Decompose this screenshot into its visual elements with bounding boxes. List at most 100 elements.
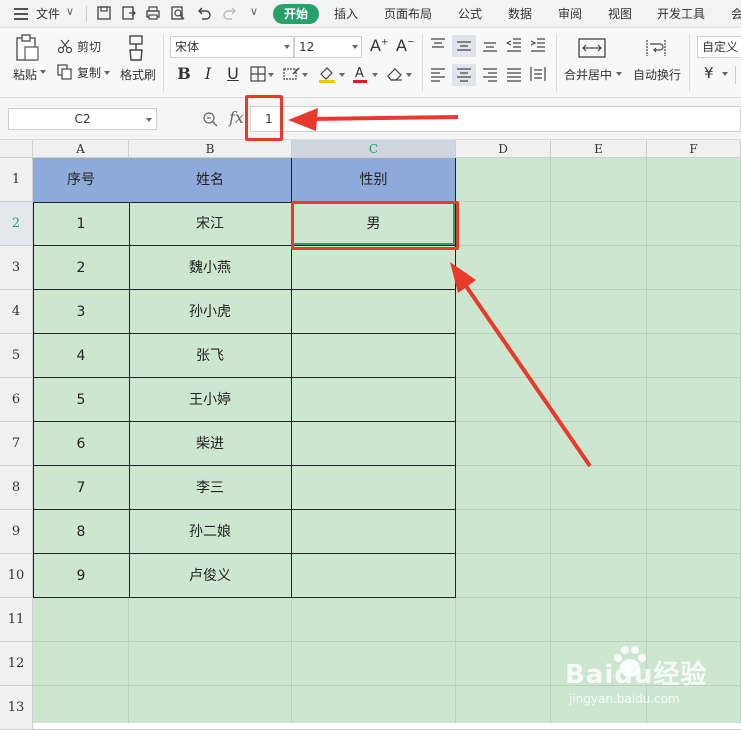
row-header-2[interactable]: 2 bbox=[0, 202, 33, 246]
export-icon[interactable] bbox=[121, 5, 137, 21]
tab-review[interactable]: 审阅 bbox=[558, 5, 582, 23]
row-header-11[interactable]: 11 bbox=[0, 598, 33, 642]
row-header-9[interactable]: 9 bbox=[0, 510, 33, 554]
table-cell[interactable]: 卢俊义 bbox=[129, 554, 292, 598]
file-menu[interactable]: 文件 bbox=[36, 5, 60, 23]
row-header-5[interactable]: 5 bbox=[0, 334, 33, 378]
table-cell[interactable]: 7 bbox=[33, 466, 130, 510]
select-all-corner[interactable] bbox=[0, 140, 33, 158]
align-bottom-icon[interactable] bbox=[482, 38, 498, 52]
decrease-font-icon[interactable]: A− bbox=[396, 36, 415, 55]
format-painter-button[interactable]: 格式刷 bbox=[120, 68, 156, 82]
row-header-8[interactable]: 8 bbox=[0, 466, 33, 510]
formula-input[interactable]: 1 bbox=[250, 106, 741, 132]
table-cell[interactable] bbox=[292, 510, 456, 554]
table-cell[interactable]: 李三 bbox=[129, 466, 292, 510]
table-cell[interactable] bbox=[292, 290, 456, 334]
row-header-12[interactable]: 12 bbox=[0, 642, 33, 686]
increase-font-icon[interactable]: A+ bbox=[370, 36, 389, 55]
table-cell[interactable]: 4 bbox=[33, 334, 130, 378]
chevron-down-icon[interactable] bbox=[40, 70, 46, 74]
scissors-icon[interactable] bbox=[57, 38, 73, 54]
name-box[interactable]: C2 bbox=[8, 108, 157, 130]
distributed-icon[interactable] bbox=[530, 66, 546, 82]
header-cell-b[interactable]: 姓名 bbox=[129, 158, 292, 203]
row-header-13[interactable]: 13 bbox=[0, 686, 33, 730]
borders-icon[interactable] bbox=[250, 66, 266, 82]
table-cell[interactable] bbox=[292, 422, 456, 466]
table-cell[interactable]: 张飞 bbox=[129, 334, 292, 378]
table-cell[interactable] bbox=[292, 554, 456, 598]
merge-center-button[interactable]: 合并居中 bbox=[564, 68, 612, 82]
column-header-a[interactable]: A bbox=[33, 140, 129, 158]
header-cell-a[interactable]: 序号 bbox=[33, 158, 130, 203]
chevron-down-icon[interactable] bbox=[372, 73, 378, 77]
print-preview-icon[interactable] bbox=[170, 5, 186, 21]
column-header-c[interactable]: C bbox=[292, 140, 456, 158]
justify-icon[interactable] bbox=[506, 68, 522, 82]
table-cell[interactable]: 魏小燕 bbox=[129, 246, 292, 290]
decrease-indent-icon[interactable] bbox=[506, 38, 522, 52]
increase-indent-icon[interactable] bbox=[530, 38, 546, 52]
align-left-icon[interactable] bbox=[430, 68, 446, 82]
row-header-1[interactable]: 1 bbox=[0, 158, 33, 202]
tab-data[interactable]: 数据 bbox=[508, 5, 532, 23]
paste-button[interactable]: 粘贴 bbox=[13, 68, 37, 82]
header-cell-c[interactable]: 性别 bbox=[292, 158, 456, 203]
print-icon[interactable] bbox=[145, 5, 161, 21]
zoom-icon[interactable] bbox=[202, 111, 218, 127]
currency-button[interactable]: ¥ bbox=[704, 64, 714, 82]
table-cell[interactable]: 孙小虎 bbox=[129, 290, 292, 334]
tab-home[interactable]: 开始 bbox=[273, 4, 319, 24]
tab-developer[interactable]: 开发工具 bbox=[657, 5, 705, 23]
chevron-down-icon[interactable] bbox=[268, 73, 274, 77]
table-cell[interactable]: 王小婷 bbox=[129, 378, 292, 422]
redo-icon[interactable] bbox=[222, 5, 238, 21]
table-cell[interactable]: 2 bbox=[33, 246, 130, 290]
save-icon[interactable] bbox=[96, 5, 112, 21]
row-header-6[interactable]: 6 bbox=[0, 378, 33, 422]
chevron-down-icon[interactable] bbox=[302, 73, 308, 77]
table-cell[interactable] bbox=[292, 378, 456, 422]
cell-style-icon[interactable] bbox=[283, 66, 301, 82]
tab-view[interactable]: 视图 bbox=[608, 5, 632, 23]
italic-icon[interactable]: I bbox=[198, 64, 218, 84]
wrap-text-icon[interactable] bbox=[645, 38, 667, 58]
undo-icon[interactable] bbox=[196, 5, 212, 21]
eraser-icon[interactable] bbox=[386, 66, 404, 82]
align-right-icon[interactable] bbox=[482, 68, 498, 82]
row-header-3[interactable]: 3 bbox=[0, 246, 33, 290]
bold-icon[interactable]: B bbox=[174, 64, 194, 84]
font-size-select[interactable]: 12 bbox=[294, 36, 362, 58]
column-header-d[interactable]: D bbox=[456, 140, 551, 158]
tab-formulas[interactable]: 公式 bbox=[458, 5, 482, 23]
table-cell[interactable] bbox=[292, 466, 456, 510]
tab-insert[interactable]: 插入 bbox=[334, 5, 358, 23]
chevron-down-icon[interactable] bbox=[406, 73, 412, 77]
table-cell[interactable]: 1 bbox=[33, 202, 130, 246]
fill-color-icon[interactable] bbox=[318, 65, 336, 83]
table-cell[interactable]: 6 bbox=[33, 422, 130, 466]
chevron-down-icon[interactable] bbox=[722, 72, 728, 76]
copy-button[interactable]: 复制 bbox=[77, 66, 101, 80]
row-header-10[interactable]: 10 bbox=[0, 554, 33, 598]
column-header-b[interactable]: B bbox=[129, 140, 292, 158]
column-header-e[interactable]: E bbox=[551, 140, 647, 158]
table-cell[interactable]: 8 bbox=[33, 510, 130, 554]
row-header-4[interactable]: 4 bbox=[0, 290, 33, 334]
table-cell[interactable]: 柴进 bbox=[129, 422, 292, 466]
table-cell[interactable]: 宋江 bbox=[129, 202, 292, 246]
chevron-down-icon[interactable] bbox=[104, 71, 110, 75]
table-cell[interactable] bbox=[292, 334, 456, 378]
table-cell[interactable]: 9 bbox=[33, 554, 130, 598]
table-cell[interactable]: 5 bbox=[33, 378, 130, 422]
table-cell[interactable] bbox=[292, 246, 456, 290]
chevron-down-icon[interactable]: ∨ bbox=[66, 5, 74, 18]
column-header-f[interactable]: F bbox=[647, 140, 741, 158]
underline-icon[interactable]: U bbox=[223, 64, 243, 84]
font-name-select[interactable]: 宋体 bbox=[170, 36, 294, 58]
number-format-select[interactable]: 自定义 bbox=[697, 36, 741, 58]
tab-page-layout[interactable]: 页面布局 bbox=[384, 5, 432, 23]
paste-icon[interactable] bbox=[14, 34, 40, 62]
table-cell[interactable]: 孙二娘 bbox=[129, 510, 292, 554]
